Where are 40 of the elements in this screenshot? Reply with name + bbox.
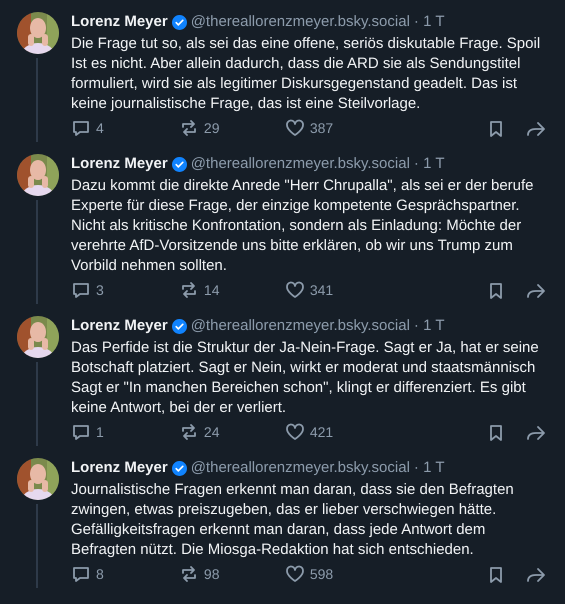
author-name[interactable]: Lorenz Meyer [71,12,168,32]
reply-icon [71,422,91,442]
handle[interactable]: @thereallorenzmeyer.bsky.social [190,458,410,478]
post-text: Die Frage tut so, als sei das eine offene, seriös diskutable Frage. Spoil Ist es nicht. Aber allein dadurch, dass die ARD sie als Sendungstitel formuliert, wird sie als legitimer Diskursgegenstand geadelt. Das ist keine journalistische Frage, das ist eine Steilvorlage. [71,34,540,114]
handle[interactable]: @thereallorenzmeyer.bsky.social [190,316,410,336]
avatar[interactable] [17,12,59,54]
like-button[interactable]: 387 [284,118,334,138]
author-name[interactable]: Lorenz Meyer [71,458,168,478]
timestamp[interactable]: · 1 T [414,154,444,174]
post-text: Journalistische Fragen erkennt man daran, dass sie den Befragten zwingen, etwas preiszugeben, das er lieber verschwiegen hätte. Gefälligkeitsfragen erkennt man daran, dass jede Antwort dem Befragten nützt. Die Miosga-Redaktion hat sich entschieden. [71,480,514,560]
repost-button[interactable]: 29 [178,118,220,138]
timestamp[interactable]: · 1 T [414,458,444,478]
heart-icon [284,422,305,442]
post-text: Dazu kommt die direkte Anrede "Herr Chrupalla", als sei er der berufe Experte für diese Frage, der einzige kompetente Gesprächspartner. Nicht als kritische Konfrontation, sondern als Einladung: Möchte der verehrte AfD-Vorsitzende uns bitte erklären, ob wir uns Trump zum Vorbild nehmen sollten. [71,176,534,276]
reply-button[interactable]: 8 [71,564,104,584]
heart-icon [284,280,305,300]
avatar[interactable] [17,458,59,500]
like-button[interactable]: 421 [284,422,334,442]
heart-icon [284,564,305,584]
like-button[interactable]: 598 [284,564,334,584]
handle[interactable]: @thereallorenzmeyer.bsky.social [190,12,410,32]
repost-button[interactable]: 24 [178,422,220,442]
repost-button[interactable]: 98 [178,564,220,584]
timestamp[interactable]: · 1 T [414,316,444,336]
avatar[interactable] [17,154,59,196]
timestamp[interactable]: · 1 T [414,12,444,32]
reply-button[interactable]: 1 [71,422,104,442]
author-name[interactable]: Lorenz Meyer [71,154,168,174]
reply-icon [71,564,91,584]
like-button[interactable]: 341 [284,280,334,300]
reply-button[interactable]: 3 [71,280,104,300]
avatar[interactable] [17,316,59,358]
heart-icon [284,118,305,138]
reply-button[interactable]: 4 [71,118,104,138]
reply-icon [71,280,91,300]
post-text: Das Perfide ist die Struktur der Ja-Nein-Frage. Sagt er Ja, hat er seine Botschaft platziert. Sagt er Nein, wirkt er moderat und staatsmännisch Sagt er "In manchen Bereichen schon", klingt er differenziert. Es gibt keine Antwort, bei der er verliert. [71,338,539,418]
repost-button[interactable]: 14 [178,280,220,300]
reply-icon [71,118,91,138]
author-name[interactable]: Lorenz Meyer [71,316,168,336]
handle[interactable]: @thereallorenzmeyer.bsky.social [190,154,410,174]
